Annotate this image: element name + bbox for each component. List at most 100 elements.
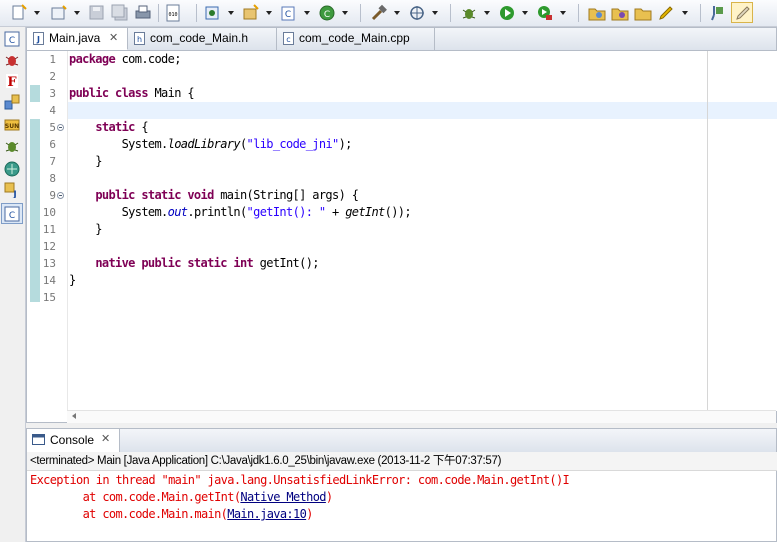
- svg-text:h: h: [137, 35, 142, 44]
- line-number: 2: [49, 70, 56, 83]
- bug-icon[interactable]: [4, 138, 20, 154]
- active-perspective-frame[interactable]: C: [1, 203, 23, 224]
- highlight-dropdown-arrow[interactable]: [682, 11, 688, 15]
- c-perspective-active-icon: C: [4, 206, 20, 222]
- new-wizard-icon[interactable]: [50, 4, 68, 22]
- tab-main-java[interactable]: J Main.java ✕: [27, 28, 128, 50]
- keyword: native public static int: [95, 256, 254, 270]
- console-output-line: Exception in thread "main" java.lang.Uns…: [30, 473, 570, 487]
- run-dropdown-arrow[interactable]: [522, 11, 528, 15]
- line-number: 4: [49, 104, 56, 117]
- new-icon[interactable]: [10, 4, 28, 22]
- toolbar-separator: [196, 4, 197, 22]
- line-number: 12: [42, 240, 56, 253]
- new-run-dropdown-arrow[interactable]: [342, 11, 348, 15]
- svg-text:c: c: [286, 35, 290, 44]
- debug-dropdown-arrow[interactable]: [484, 11, 490, 15]
- keyword: package: [69, 52, 116, 66]
- editor-area: J Main.java ✕ h com_code_Main.h c com_co…: [26, 27, 777, 423]
- static-method: getInt: [345, 205, 385, 219]
- build-dropdown-arrow[interactable]: [394, 11, 400, 15]
- new-run-icon[interactable]: C: [318, 4, 336, 22]
- toolbar-separator: [578, 4, 579, 22]
- svg-text:C: C: [324, 10, 330, 20]
- tab-console[interactable]: Console ✕: [27, 429, 120, 452]
- java-perspective-icon[interactable]: J: [4, 182, 20, 198]
- new-c-class-dropdown-arrow[interactable]: [304, 11, 310, 15]
- new-java-class-icon[interactable]: [204, 4, 222, 22]
- new-wizard-dropdown-arrow[interactable]: [74, 11, 80, 15]
- code-text: main(String[] args) {: [213, 188, 359, 202]
- header-file-icon: h: [134, 32, 145, 45]
- code-text: System.: [121, 137, 169, 151]
- svg-text:C: C: [285, 10, 291, 20]
- close-tab-icon[interactable]: ✕: [101, 432, 110, 445]
- save-icon[interactable]: [88, 4, 106, 22]
- tab-com-code-main-h[interactable]: h com_code_Main.h: [128, 28, 277, 50]
- stack-trace-link[interactable]: Native Method: [240, 490, 326, 504]
- flash-icon[interactable]: F: [4, 73, 20, 89]
- stack-trace-link[interactable]: Main.java:10: [227, 507, 307, 521]
- binary-icon[interactable]: 010: [164, 4, 182, 22]
- highlight-icon[interactable]: [657, 4, 675, 22]
- target-dropdown-arrow[interactable]: [432, 11, 438, 15]
- line-number: 6: [49, 138, 56, 151]
- tab-label: Console: [50, 433, 95, 447]
- main-toolbar: 010 C C: [0, 0, 777, 27]
- tab-label: com_code_Main.h: [150, 31, 249, 45]
- line-number: 15: [42, 291, 56, 304]
- print-icon[interactable]: [134, 4, 152, 22]
- team-icon[interactable]: [4, 161, 20, 177]
- code-text-area[interactable]: package com.code; public class Main { st…: [67, 51, 777, 411]
- tab-com-code-main-cpp[interactable]: c com_code_Main.cpp: [277, 28, 435, 50]
- stack-frame-text: ): [325, 490, 333, 504]
- open-folder-icon[interactable]: [634, 4, 652, 22]
- sun-icon[interactable]: SUN: [4, 117, 20, 133]
- open-type-icon[interactable]: [588, 4, 606, 22]
- toolbar-separator: [360, 4, 361, 22]
- save-all-icon[interactable]: [111, 4, 129, 22]
- java-ee-icon[interactable]: [4, 94, 20, 110]
- code-line: System.out.println("getInt(): " + getInt…: [69, 204, 412, 221]
- run-external-icon[interactable]: [536, 4, 554, 22]
- new-package-dropdown-arrow[interactable]: [266, 11, 272, 15]
- run-external-dropdown-arrow[interactable]: [560, 11, 566, 15]
- code-line: package com.code;: [69, 51, 181, 68]
- code-text: (: [239, 137, 247, 151]
- editor-pin-icon[interactable]: [710, 4, 728, 22]
- console-output-line: at com.code.Main.getInt(Native Method): [30, 489, 333, 506]
- static-field: out: [167, 205, 188, 219]
- cpp-perspective-icon[interactable]: C: [4, 31, 20, 47]
- line-number: 7: [49, 155, 56, 168]
- new-dropdown-arrow[interactable]: [34, 11, 40, 15]
- debug-icon[interactable]: [460, 4, 478, 22]
- fold-collapse-icon[interactable]: [57, 192, 64, 199]
- line-number: 14: [42, 274, 56, 287]
- scroll-left-icon[interactable]: [72, 413, 76, 419]
- close-tab-icon[interactable]: ✕: [109, 28, 118, 49]
- console-status-line: <terminated> Main [Java Application] C:\…: [27, 452, 777, 471]
- console-icon: [32, 434, 45, 445]
- horizontal-scrollbar[interactable]: [67, 410, 776, 423]
- build-icon[interactable]: [370, 4, 388, 22]
- active-perspective-button[interactable]: [731, 2, 753, 23]
- code-line: }: [69, 154, 102, 168]
- run-icon[interactable]: [498, 4, 516, 22]
- new-java-class-dropdown-arrow[interactable]: [228, 11, 234, 15]
- console-view: Console ✕ <terminated> Main [Java Applic…: [26, 428, 777, 542]
- code-text: .println(: [187, 205, 247, 219]
- open-project-icon[interactable]: [611, 4, 629, 22]
- perspective-sidebar: C F SUN J C: [0, 27, 26, 542]
- new-package-icon[interactable]: [242, 4, 260, 22]
- tab-label: com_code_Main.cpp: [299, 31, 410, 45]
- target-icon[interactable]: [408, 4, 426, 22]
- new-c-class-icon[interactable]: C: [280, 4, 298, 22]
- line-number: 1: [49, 53, 56, 66]
- fold-collapse-icon[interactable]: [57, 124, 64, 131]
- debug-perspective-icon[interactable]: [4, 52, 20, 68]
